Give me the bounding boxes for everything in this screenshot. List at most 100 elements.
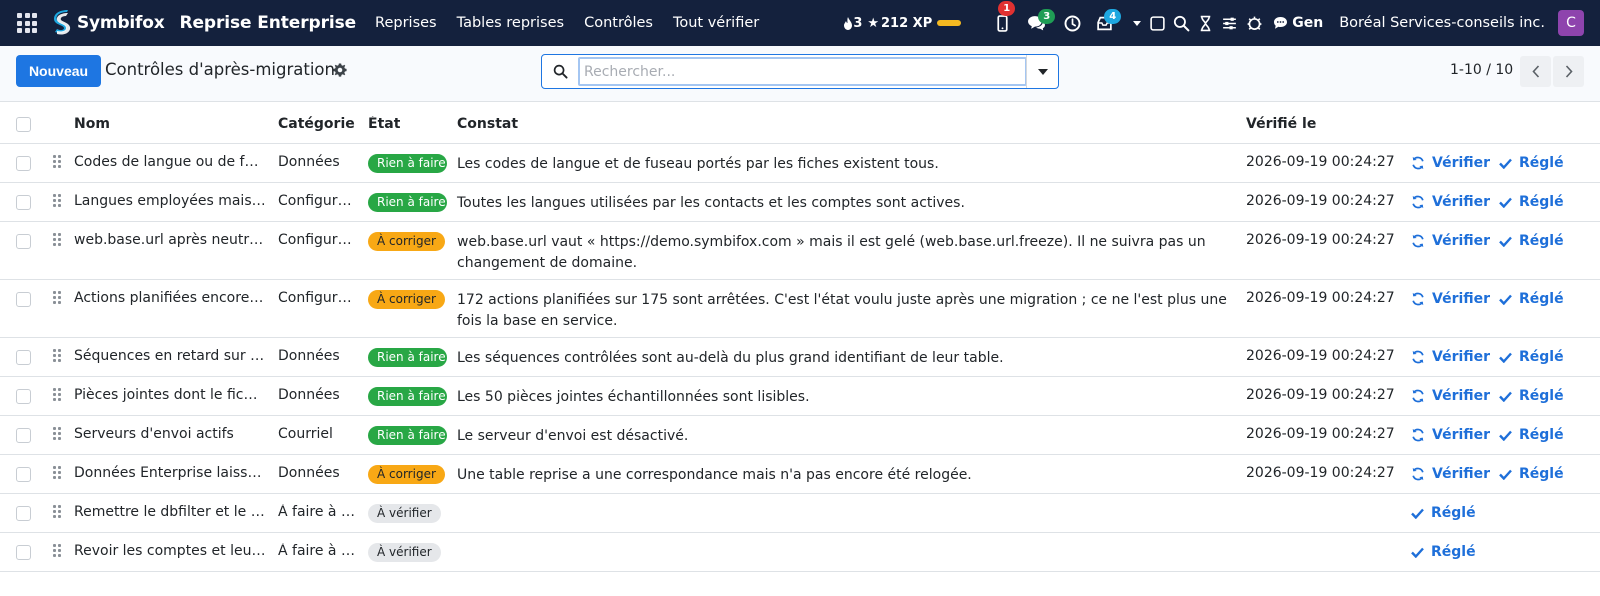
column-header-etat[interactable]: État [368, 116, 400, 132]
table-row[interactable]: Remettre le dbfilter et le multi-base À f… [0, 494, 1600, 533]
search-icon [542, 64, 578, 79]
flame-icon [844, 16, 853, 30]
verify-button[interactable]: Vérifier [1411, 291, 1490, 307]
company-switcher[interactable]: Boréal Services-conseils inc. [1339, 15, 1545, 31]
activities-button[interactable] [1059, 0, 1085, 46]
debug-button[interactable] [1241, 0, 1267, 46]
table-row[interactable]: Serveurs d'envoi actifs Courriel Rien à fa… [0, 416, 1600, 455]
verify-button[interactable]: Vérifier [1411, 349, 1490, 365]
table-row[interactable]: Langues employées mais inactives Configur… [0, 183, 1600, 222]
filters-button[interactable] [1217, 0, 1241, 46]
chevron-right-icon [1565, 65, 1573, 78]
menu-item-reprises[interactable]: Reprises [365, 15, 447, 31]
table-row[interactable]: web.base.url après neutralisation Configu… [0, 222, 1600, 280]
drag-handle-icon[interactable] [53, 505, 61, 518]
select-all-checkbox[interactable] [16, 117, 31, 132]
row-checkbox[interactable] [16, 467, 31, 482]
verify-button[interactable]: Vérifier [1411, 194, 1490, 210]
gear-icon[interactable] [333, 63, 347, 77]
table-row[interactable]: Codes de langue ou de fuseau Données Rien … [0, 144, 1600, 183]
verify-label: Vérifier [1432, 466, 1491, 482]
drag-handle-icon[interactable] [53, 233, 61, 246]
drag-handle-icon[interactable] [53, 349, 61, 362]
settled-button[interactable]: Réglé [1499, 388, 1564, 404]
pager-next-button[interactable] [1553, 56, 1584, 87]
drag-handle-icon[interactable] [53, 388, 61, 401]
cell-categorie: Configuration [278, 193, 358, 209]
gamification-xp[interactable]: 3 ★ 212 XP [843, 16, 962, 31]
row-checkbox[interactable] [16, 545, 31, 560]
drag-handle-icon[interactable] [53, 291, 61, 304]
app-title[interactable]: Reprise Enterprise [179, 13, 356, 33]
dropdown-toggle[interactable] [1129, 0, 1145, 46]
pager-value[interactable]: 1-10 / 10 [1450, 62, 1513, 78]
column-header-nom[interactable]: Nom [74, 116, 110, 132]
settled-button[interactable]: Réglé [1499, 194, 1564, 210]
row-checkbox[interactable] [16, 350, 31, 365]
row-checkbox[interactable] [16, 195, 31, 210]
drag-handle-icon[interactable] [53, 194, 61, 207]
brand-logo[interactable]: Symbifox [51, 10, 165, 36]
table-row[interactable]: Séquences en retard sur leur table Donnée… [0, 338, 1600, 377]
table-row[interactable]: Actions planifiées encore arrêtées Config… [0, 280, 1600, 338]
phone-button[interactable]: 1 [987, 0, 1017, 46]
settled-button[interactable]: Réglé [1499, 291, 1564, 307]
drag-handle-icon[interactable] [53, 544, 61, 557]
verify-button[interactable]: Vérifier [1411, 233, 1490, 249]
column-header-constat[interactable]: Constat [457, 116, 518, 132]
table-row[interactable]: Pièces jointes dont le fichier manque Don… [0, 377, 1600, 416]
settled-button[interactable]: Réglé [1499, 349, 1564, 365]
row-checkbox[interactable] [16, 156, 31, 171]
search-input[interactable] [578, 57, 1027, 86]
user-avatar[interactable]: C [1558, 10, 1584, 36]
pager-previous-button[interactable] [1520, 56, 1551, 87]
menu-item-tables-reprises[interactable]: Tables reprises [447, 15, 574, 31]
column-header-categorie[interactable]: Catégorie [278, 116, 355, 132]
row-checkbox[interactable] [16, 428, 31, 443]
new-button[interactable]: Nouveau [16, 55, 101, 87]
menu-item-tout-verifier[interactable]: Tout vérifier [663, 15, 769, 31]
table-row[interactable]: Revoir les comptes et leurs accès À faire… [0, 533, 1600, 572]
settled-button[interactable]: Réglé [1499, 427, 1564, 443]
drag-handle-icon[interactable] [53, 466, 61, 479]
app-menu-icon[interactable] [15, 11, 39, 35]
gen-button[interactable]: Gen [1273, 15, 1323, 31]
menu-item-controles[interactable]: Contrôles [574, 15, 663, 31]
screen-button[interactable] [1145, 0, 1169, 46]
drag-handle-icon[interactable] [53, 155, 61, 168]
caret-down-icon [1037, 68, 1048, 75]
search-button[interactable] [1169, 0, 1193, 46]
verify-button[interactable]: Vérifier [1411, 155, 1490, 171]
verify-button[interactable]: Vérifier [1411, 466, 1490, 482]
verify-button[interactable]: Vérifier [1411, 388, 1490, 404]
row-checkbox[interactable] [16, 389, 31, 404]
main-menu: Reprises Tables reprises Contrôles Tout … [365, 15, 769, 31]
messages-button[interactable]: 3 [1019, 0, 1056, 46]
verify-button[interactable]: Vérifier [1411, 427, 1490, 443]
column-header-verifie-le[interactable]: Vérifié le [1246, 116, 1316, 132]
cell-verifie-le: 2026-09-19 00:24:27 [1246, 290, 1395, 306]
cell-categorie: À faire à la main [278, 543, 358, 559]
settled-button[interactable]: Réglé [1411, 505, 1476, 521]
table-row[interactable]: Données Enterprise laissées Données À corr… [0, 455, 1600, 494]
settled-button[interactable]: Réglé [1411, 544, 1476, 560]
table-body: Codes de langue ou de fuseau Données Rien … [0, 144, 1600, 572]
settled-button[interactable]: Réglé [1499, 466, 1564, 482]
cell-constat: web.base.url vaut « https://demo.symbifo… [457, 234, 1206, 271]
notifications-button[interactable]: 4 [1087, 0, 1122, 46]
brand-name: Symbifox [77, 13, 165, 33]
status-badge: À corriger [368, 465, 445, 484]
check-icon [1411, 508, 1424, 519]
page-title: Contrôles d'après-migration [105, 60, 335, 79]
cell-nom: Langues employées mais inactives [74, 193, 266, 209]
row-checkbox[interactable] [16, 234, 31, 249]
row-checkbox[interactable] [16, 506, 31, 521]
settled-label: Réglé [1519, 466, 1564, 482]
drag-handle-icon[interactable] [53, 427, 61, 440]
search-options-toggle[interactable] [1026, 55, 1058, 88]
settled-button[interactable]: Réglé [1499, 233, 1564, 249]
settled-button[interactable]: Réglé [1499, 155, 1564, 171]
cell-categorie: Données [278, 154, 340, 170]
row-checkbox[interactable] [16, 292, 31, 307]
timer-button[interactable] [1193, 0, 1217, 46]
